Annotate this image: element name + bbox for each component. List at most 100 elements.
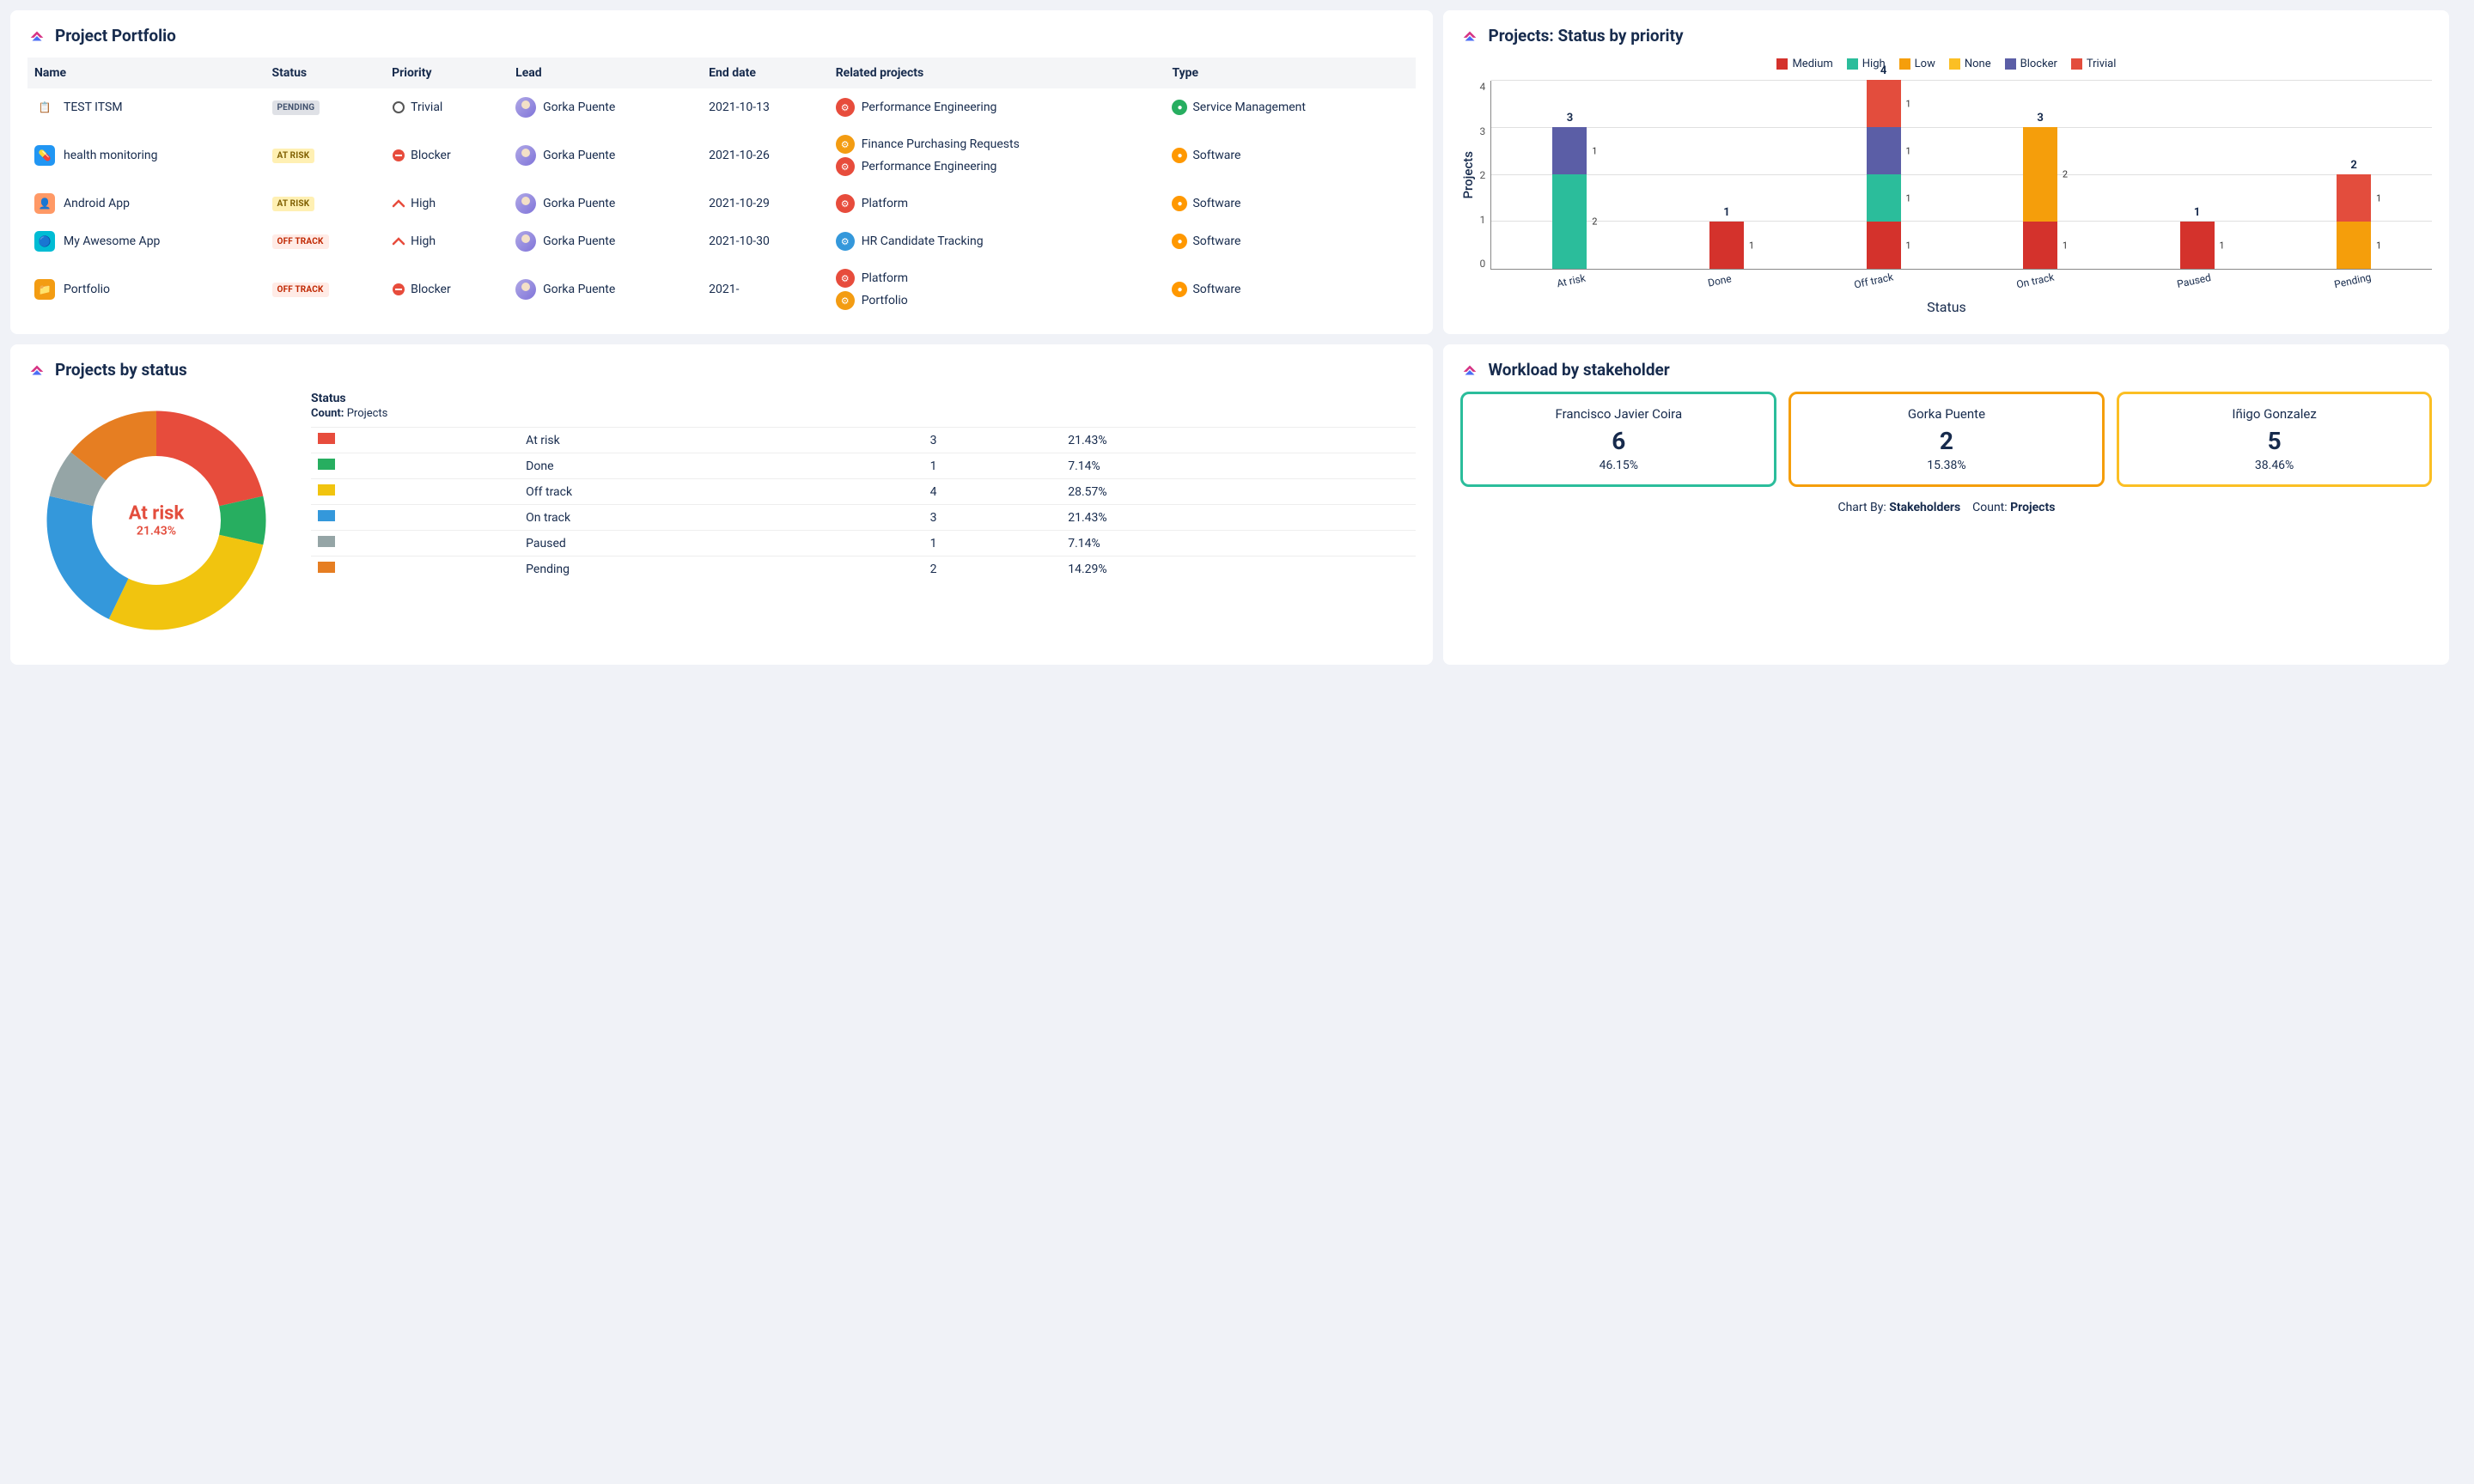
stakeholder-count: 5 [2126, 427, 2423, 455]
column-header[interactable]: End date [702, 58, 829, 88]
project-name: Portfolio [64, 283, 110, 296]
app-logo-icon [27, 27, 46, 46]
related-project-icon: ⚙ [836, 98, 855, 117]
column-header[interactable]: Related projects [829, 58, 1166, 88]
panel-title: Workload by stakeholder [1488, 360, 1669, 380]
related-project[interactable]: ⚙Finance Purchasing Requests [836, 135, 1159, 154]
legend-swatch [2071, 58, 2082, 70]
related-project[interactable]: ⚙HR Candidate Tracking [836, 232, 1159, 251]
legend-row[interactable]: Off track428.57% [311, 479, 1416, 505]
bar-segment: 2 [1552, 174, 1587, 269]
bar-segment: 1 [1867, 174, 1901, 222]
type-icon: ● [1172, 148, 1187, 163]
bar-segment: 2 [2023, 127, 2057, 222]
related-project-icon: ⚙ [836, 269, 855, 288]
panel-title: Project Portfolio [55, 26, 176, 46]
x-tick-label: Pending [2333, 271, 2373, 291]
table-row[interactable]: 👤Android AppAT RISKHighGorka Puente2021-… [27, 185, 1416, 222]
project-icon: 💊 [34, 145, 55, 166]
legend-item[interactable]: None [1949, 58, 1991, 70]
donut-slice[interactable] [156, 411, 263, 507]
workload-cards: Francisco Javier Coira646.15%Gorka Puent… [1460, 392, 2432, 487]
avatar [515, 231, 536, 252]
related-project[interactable]: ⚙Portfolio [836, 291, 1159, 310]
legend-item[interactable]: Medium [1776, 58, 1832, 70]
type-icon: ● [1172, 234, 1187, 249]
lead-name: Gorka Puente [543, 149, 615, 162]
workload-card[interactable]: Gorka Puente215.38% [1788, 392, 2105, 487]
avatar [515, 97, 536, 118]
related-project-icon: ⚙ [836, 135, 855, 154]
legend-swatch [318, 562, 335, 573]
bar-segment: 1 [2337, 222, 2371, 269]
bar-column[interactable]: 11 [2178, 222, 2217, 269]
donut-slice[interactable] [109, 535, 264, 630]
app-logo-icon [1460, 27, 1479, 46]
related-project[interactable]: ⚙Platform [836, 269, 1159, 288]
legend-item[interactable]: Low [1899, 58, 1935, 70]
lead-name: Gorka Puente [543, 197, 615, 210]
stakeholder-count: 6 [1470, 427, 1767, 455]
portfolio-table: NameStatusPriorityLeadEnd dateRelated pr… [27, 58, 1416, 319]
table-row[interactable]: 💊health monitoringAT RISKBlockerGorka Pu… [27, 126, 1416, 185]
bar-segment: 1 [1552, 127, 1587, 174]
legend-row[interactable]: Paused17.14% [311, 531, 1416, 556]
bar-column[interactable]: 112 [2334, 174, 2373, 269]
donut-center-label: At risk [129, 503, 184, 525]
bar-column[interactable]: 11 [1707, 222, 1746, 269]
project-name: Android App [64, 197, 130, 210]
workload-card[interactable]: Iñigo Gonzalez538.46% [2117, 392, 2433, 487]
legend-row[interactable]: At risk321.43% [311, 428, 1416, 453]
panel-projects-by-status: Projects by status At risk 21.43% Status… [10, 344, 1433, 665]
column-header[interactable]: Lead [509, 58, 702, 88]
avatar [515, 279, 536, 300]
app-logo-icon [1460, 361, 1479, 380]
bar-segment: 1 [1867, 222, 1901, 269]
column-header[interactable]: Priority [385, 58, 509, 88]
legend-item[interactable]: Blocker [2005, 58, 2057, 70]
table-row[interactable]: 🔵My Awesome AppOFF TRACKHighGorka Puente… [27, 222, 1416, 260]
legend-swatch [318, 536, 335, 547]
x-tick-label: On track [2015, 271, 2055, 291]
legend-swatch [318, 433, 335, 444]
project-icon: 📋 [34, 97, 55, 118]
column-header[interactable]: Status [265, 58, 386, 88]
x-tick-label: Off track [1853, 271, 1894, 290]
donut-center-pct: 21.43% [129, 525, 184, 538]
stakeholder-name: Iñigo Gonzalez [2126, 406, 2423, 422]
legend-item[interactable]: Trivial [2071, 58, 2117, 70]
status-badge: AT RISK [272, 197, 315, 211]
legend-row[interactable]: On track321.43% [311, 505, 1416, 531]
type-label: Software [1192, 149, 1240, 162]
status-badge: PENDING [272, 100, 320, 115]
type-label: Software [1192, 197, 1240, 210]
related-project[interactable]: ⚙Platform [836, 194, 1159, 213]
end-date: 2021-10-13 [702, 88, 829, 126]
legend-swatch [1899, 58, 1910, 70]
bar-total: 4 [1880, 64, 1886, 77]
project-name: TEST ITSM [64, 100, 123, 114]
related-project[interactable]: ⚙Performance Engineering [836, 98, 1159, 117]
end-date: 2021-10-29 [702, 185, 829, 222]
related-project[interactable]: ⚙Performance Engineering [836, 157, 1159, 176]
workload-card[interactable]: Francisco Javier Coira646.15% [1460, 392, 1776, 487]
related-project-icon: ⚙ [836, 194, 855, 213]
legend-row[interactable]: Done17.14% [311, 453, 1416, 479]
bar-column[interactable]: 11114 [1864, 80, 1904, 269]
donut-chart[interactable]: At risk 21.43% [27, 392, 285, 649]
table-row[interactable]: 📁PortfolioOFF TRACKBlockerGorka Puente20… [27, 260, 1416, 319]
column-header[interactable]: Name [27, 58, 265, 88]
bar-total: 1 [2194, 206, 2200, 219]
project-icon: 👤 [34, 193, 55, 214]
project-name: health monitoring [64, 149, 157, 162]
bar-total: 3 [2037, 112, 2043, 125]
bar-total: 1 [1723, 206, 1729, 219]
legend-row[interactable]: Pending214.29% [311, 556, 1416, 582]
bar-column[interactable]: 123 [2020, 127, 2060, 269]
bar-total: 2 [2350, 159, 2356, 172]
status-badge: OFF TRACK [272, 234, 329, 249]
donut-slice[interactable] [47, 496, 129, 619]
column-header[interactable]: Type [1165, 58, 1416, 88]
bar-column[interactable]: 213 [1550, 127, 1589, 269]
table-row[interactable]: 📋TEST ITSMPENDINGTrivialGorka Puente2021… [27, 88, 1416, 126]
